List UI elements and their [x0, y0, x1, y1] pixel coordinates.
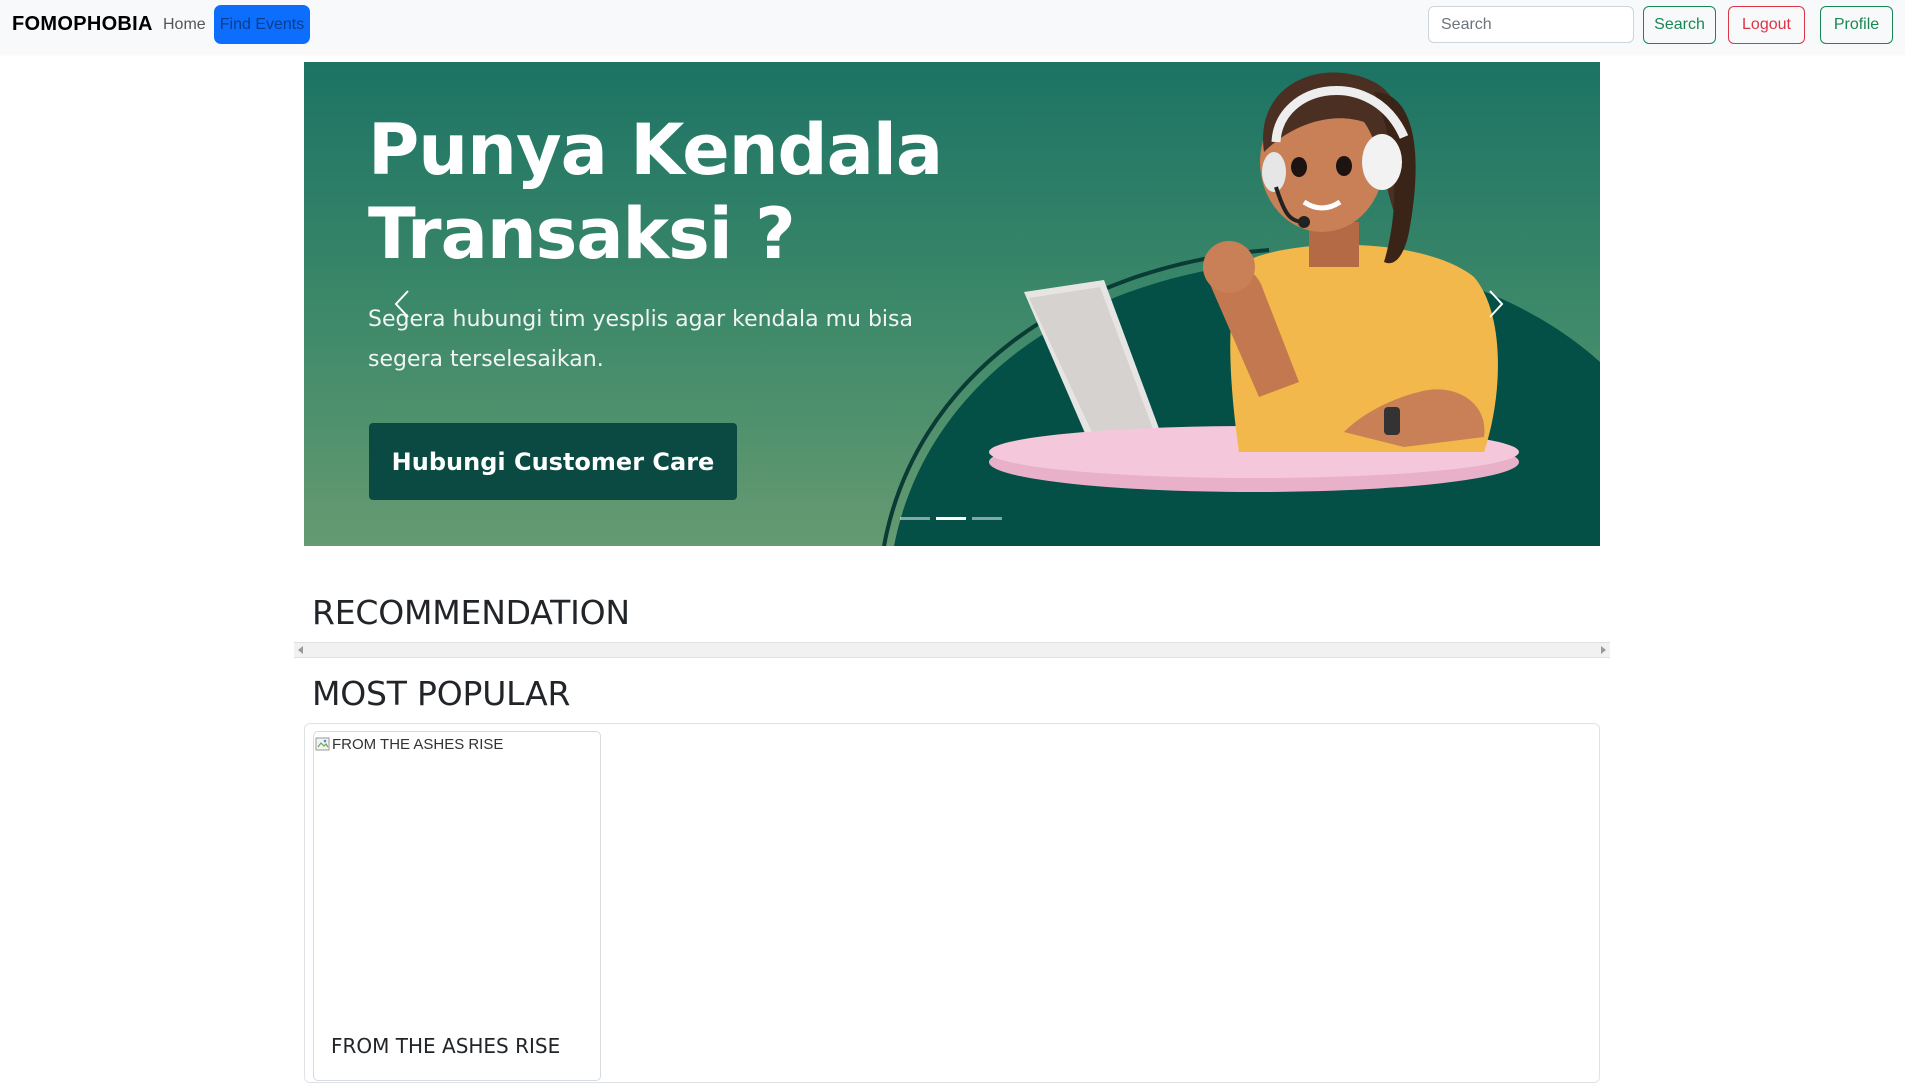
broken-image-icon [315, 737, 330, 751]
carousel-prev-button[interactable] [382, 284, 422, 324]
recommendation-heading: RECOMMENDATION [312, 593, 630, 632]
carousel-next-button[interactable] [1476, 284, 1516, 324]
most-popular-heading: MOST POPULAR [312, 674, 571, 713]
hero-title-line2: Transaksi ? [368, 193, 796, 275]
hero-title: Punya Kendala Transaksi ? [368, 108, 1048, 276]
customer-care-button[interactable]: Hubungi Customer Care [369, 423, 737, 500]
event-title[interactable]: FROM THE ASHES RISE [331, 1034, 560, 1058]
carousel-indicator[interactable] [972, 517, 1002, 520]
recommendation-scrollbar[interactable] [294, 642, 1610, 658]
chevron-right-icon [1489, 290, 1504, 318]
event-image-alt-text: FROM THE ASHES RISE [332, 736, 504, 753]
chevron-left-icon [394, 290, 409, 318]
carousel-indicator-active[interactable] [936, 517, 966, 520]
scroll-left-arrow-icon[interactable] [298, 646, 303, 654]
scroll-right-arrow-icon[interactable] [1601, 646, 1606, 654]
search-input[interactable] [1428, 6, 1634, 43]
carousel-indicator[interactable] [900, 517, 930, 520]
nav-link-home[interactable]: Home [163, 16, 206, 34]
profile-button[interactable]: Profile [1820, 6, 1893, 44]
hero-title-line1: Punya Kendala [368, 109, 943, 191]
navbar: FOMOPHOBIA Home Find Events Search Logou… [0, 0, 1905, 54]
nav-link-find-events[interactable]: Find Events [214, 5, 310, 44]
logout-button[interactable]: Logout [1728, 6, 1805, 44]
search-button[interactable]: Search [1643, 6, 1716, 44]
brand-logo[interactable]: FOMOPHOBIA [12, 13, 153, 36]
hero-subtitle: Segera hubungi tim yesplis agar kendala … [368, 307, 913, 372]
event-card[interactable]: FROM THE ASHES RISE FROM THE ASHES RISE [313, 731, 601, 1081]
hero-carousel: Punya Kendala Transaksi ? Segera hubungi… [304, 62, 1600, 546]
event-image-placeholder: FROM THE ASHES RISE [315, 733, 599, 1019]
